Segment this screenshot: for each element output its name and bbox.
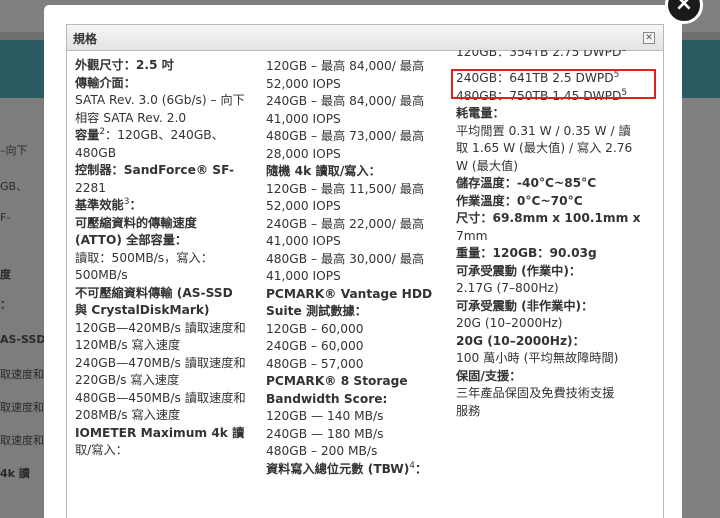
background-text: GB、	[0, 180, 28, 193]
spec-heading: PCMARK® Vantage HDD	[266, 286, 433, 301]
panel-close-button[interactable]: ✕	[643, 32, 655, 44]
spec-heading: 可承受震動 (非作業中)：	[456, 298, 594, 313]
spec-line: 240GB – 60,000	[266, 339, 364, 353]
background-text: 取速度和	[0, 368, 44, 381]
spec-heading: 容量	[75, 128, 100, 142]
spec-line: 三年產品保固及免費技術支援	[456, 386, 615, 400]
spec-heading: 可承受震動 (作業中)：	[456, 263, 582, 278]
spec-heading: 耗電量：	[456, 106, 505, 120]
spec-heading: 保固/支援：	[456, 368, 522, 383]
spec-heading: 控制器：SandForce® SF-	[75, 163, 235, 177]
spec-line: SATA Rev. 3.0 (6Gb/s) – 向下	[75, 93, 245, 107]
spec-line: 52,000 IOPS	[266, 199, 341, 213]
spec-column-1: 外觀尺寸：2.5 吋 傳輸介面： SATA Rev. 3.0 (6Gb/s) –…	[75, 57, 255, 460]
spec-line: 480GB – 最高 30,000/ 最高	[266, 251, 425, 266]
spec-line: 480GB – 200 MB/s	[266, 444, 378, 458]
spec-line: 41,000 IOPS	[266, 269, 341, 283]
spec-line: 240GB – 最高 22,000/ 最高	[266, 216, 425, 231]
spec-heading: 與 CrystalDiskMark)	[75, 303, 210, 317]
spec-line: 120GB — 140 MB/s	[266, 409, 384, 423]
spec-line: 20G (10–2000Hz)	[456, 316, 563, 330]
panel-header: 規格 ✕	[67, 25, 663, 51]
spec-line: 取/寫入：	[75, 443, 128, 457]
spec-line: 28,000 IOPS	[266, 146, 341, 161]
spec-line: 120GB – 最高 84,000/ 最高	[266, 59, 425, 73]
spec-line: 240GB – 最高 84,000/ 最高	[266, 94, 425, 108]
spec-heading: 資料寫入總位元數 (TBW)	[266, 461, 410, 476]
spec-line: 重量：120GB：90.03g	[456, 246, 597, 260]
spec-line: 480GB – 57,000	[266, 356, 364, 371]
spec-line: 480GB	[75, 145, 117, 160]
spec-line: 220GB/s 寫入速度	[75, 373, 180, 387]
spec-line: 100 萬小時 (平均無故障時間)	[456, 351, 619, 365]
background-text: 取速度和	[0, 401, 44, 414]
spec-column-2: 120GB – 最高 84,000/ 最高 52,000 IOPS 240GB …	[266, 58, 446, 478]
spec-line: 尺寸：69.8mm x 100.1mm x	[456, 211, 641, 225]
spec-line: 儲存溫度：-40°C~85°C	[456, 176, 597, 190]
spec-line: 41,000 IOPS	[266, 234, 341, 248]
spec-heading: Suite 測試數據：	[266, 304, 367, 318]
spec-heading: Bandwidth Score:	[266, 391, 388, 406]
spec-column-3: 120GB：354TB 2.75 DWPD5 240GB：641TB 2.5 D…	[456, 50, 651, 420]
spec-line: 120MB/s 寫入速度	[75, 338, 181, 352]
spec-heading: 可壓縮資料的傳輸速度	[75, 215, 197, 230]
highlight-box	[451, 69, 656, 99]
spec-heading: 不可壓縮資料傳輸 (AS-SSD	[75, 285, 233, 300]
spec-line: 120GB – 最高 11,500/ 最高	[266, 181, 425, 196]
background-text: AS-SSD	[0, 333, 46, 346]
spec-heading: (ATTO) 全部容量：	[75, 233, 188, 247]
spec-line: 208MB/s 寫入速度	[75, 408, 181, 422]
spec-heading: 傳輸介面：	[75, 75, 136, 90]
spec-line: 240GB—470MB/s 讀取速度和	[75, 355, 246, 370]
spec-line: 7mm	[456, 228, 488, 243]
spec-line: 240GB — 180 MB/s	[266, 426, 384, 441]
spec-line: 480GB – 最高 73,000/ 最高	[266, 129, 425, 143]
background-text: ：	[0, 298, 11, 311]
spec-line: ：	[415, 461, 428, 476]
spec-heading: IOMETER Maximum 4k 讀	[75, 425, 245, 440]
background-text: 取速度和	[0, 434, 44, 447]
spec-line: 2281	[75, 180, 107, 195]
spec-line: 外觀尺寸：2.5 吋	[75, 58, 174, 72]
background-text: –向下	[0, 144, 28, 157]
spec-line: 500MB/s	[75, 268, 128, 282]
spec-line: 平均閒置 0.31 W / 0.35 W / 讀	[456, 123, 631, 138]
spec-line: 服務	[456, 403, 481, 418]
panel-title: 規格	[73, 32, 98, 46]
spec-line: 41,000 IOPS	[266, 111, 341, 126]
spec-line: 120GB – 60,000	[266, 321, 364, 336]
footnote-marker: 5	[621, 50, 627, 54]
spec-heading: 隨機 4k 讀取/寫入：	[266, 164, 381, 178]
spec-line: ：120GB、240GB、	[105, 128, 224, 142]
spec-line: 讀取：500MB/s，寫入：	[75, 250, 213, 265]
spec-heading: 20G (10–2000Hz)：	[456, 333, 585, 348]
background-text: 度	[0, 268, 11, 281]
spec-line: 作業溫度：0°C~70°C	[456, 193, 583, 208]
spec-line: 480GB—450MB/s 讀取速度和	[75, 390, 246, 405]
spec-line: 120GB—420MB/s 讀取速度和	[75, 320, 246, 335]
background-text: 4k 讀	[0, 467, 30, 480]
spec-line: ：	[129, 198, 142, 212]
spec-line: 取 1.65 W (最大值) / 寫入 2.76	[456, 141, 633, 155]
spec-heading: 基準效能	[75, 198, 124, 212]
spec-line: 2.17G (7–800Hz)	[456, 281, 559, 295]
spec-line: 120GB：354TB 2.75 DWPD	[456, 50, 622, 59]
spec-heading: PCMARK® 8 Storage	[266, 374, 408, 388]
spec-line: 52,000 IOPS	[266, 76, 341, 91]
spec-line: 相容 SATA Rev. 2.0	[75, 110, 187, 125]
spec-line: W (最大值)	[456, 158, 518, 173]
background-text: F-	[0, 211, 11, 224]
